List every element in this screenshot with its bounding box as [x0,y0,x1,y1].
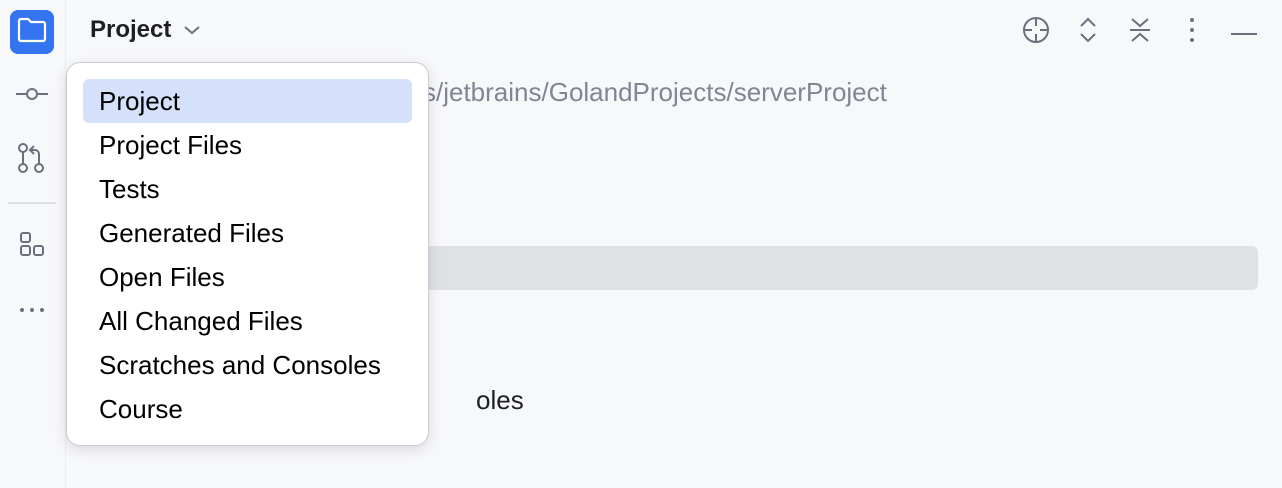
popup-item-open-files[interactable]: Open Files [83,255,412,299]
minimize-icon [1230,23,1258,41]
more-horizontal-icon [18,301,46,319]
commit-tool-button[interactable] [10,74,54,118]
popup-item-generated-files[interactable]: Generated Files [83,211,412,255]
panel-title: Project [90,16,172,43]
expand-all-icon [1078,15,1098,50]
popup-item-project[interactable]: Project [83,79,412,123]
popup-item-scratches-and-consoles[interactable]: Scratches and Consoles [83,343,412,387]
structure-icon [18,230,46,263]
stripe-separator [8,202,56,204]
project-tool-button[interactable] [10,10,54,54]
popup-item-tests[interactable]: Tests [83,167,412,211]
folder-icon [17,17,47,48]
more-vertical-icon [1188,16,1196,49]
tree-row-scratches[interactable]: oles [476,385,524,416]
pull-requests-tool-button[interactable] [10,138,54,182]
panel-toolbar [1010,12,1270,52]
view-selector-popup: Project Project Files Tests Generated Fi… [66,62,429,446]
expand-all-button[interactable] [1062,12,1114,52]
commit-icon [15,87,49,106]
more-tools-button[interactable] [10,288,54,332]
structure-tool-button[interactable] [10,224,54,268]
popup-item-project-files[interactable]: Project Files [83,123,412,167]
view-selector[interactable]: Project [90,16,201,44]
project-path: s/jetbrains/GolandProjects/serverProject [423,77,887,107]
pull-request-icon [17,142,47,179]
collapse-all-button[interactable] [1114,12,1166,52]
options-button[interactable] [1166,12,1218,52]
tree-row-selected[interactable] [423,246,1258,290]
chevron-down-icon [183,24,201,36]
locate-icon [1021,15,1051,50]
collapse-all-icon [1129,15,1151,50]
tool-window-stripe [0,0,66,488]
popup-item-course[interactable]: Course [83,387,412,431]
minimize-button[interactable] [1218,12,1270,52]
locate-button[interactable] [1010,12,1062,52]
popup-item-all-changed-files[interactable]: All Changed Files [83,299,412,343]
